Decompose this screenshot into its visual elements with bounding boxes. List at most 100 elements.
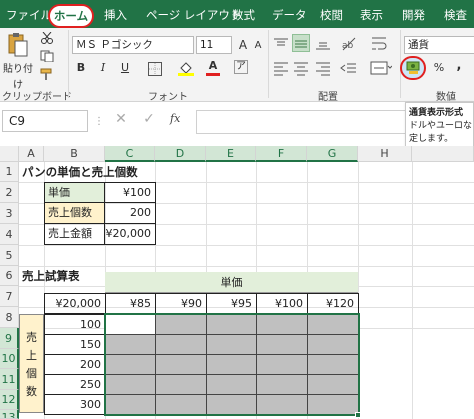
label-cell-sales-qty[interactable]: 売上個数 <box>44 202 105 224</box>
price-header-cell[interactable]: ¥95 <box>206 293 257 314</box>
value-cell-sales-amount[interactable]: ¥20,000 <box>104 223 156 245</box>
gridline <box>19 266 474 267</box>
qty-cell[interactable]: 200 <box>44 354 106 375</box>
column-header[interactable]: D <box>155 146 206 162</box>
tab-insert[interactable]: 挿入 <box>104 0 127 28</box>
number-format-combo[interactable]: 通貨 <box>404 36 474 54</box>
tab-view[interactable]: 表示 <box>360 0 383 28</box>
column-header[interactable]: F <box>256 146 307 162</box>
align-bottom-icon[interactable] <box>314 36 332 52</box>
drag-dots-icon: ⋮ <box>94 116 104 127</box>
tab-home[interactable]: ホーム <box>48 4 94 28</box>
bold-button[interactable]: B <box>74 60 88 76</box>
accounting-format-icon[interactable] <box>400 56 426 80</box>
header-unit-price[interactable]: 単価 <box>105 272 358 293</box>
tab-data[interactable]: データ <box>272 0 307 28</box>
row-header[interactable]: 11 <box>0 369 19 390</box>
side-label-char: 数 <box>26 385 37 398</box>
price-header-cell[interactable]: ¥100 <box>256 293 308 314</box>
align-right-icon[interactable] <box>314 60 332 76</box>
column-header[interactable]: E <box>206 146 256 162</box>
decrease-indent-icon[interactable] <box>340 60 358 76</box>
row-header[interactable]: 6 <box>0 266 19 286</box>
group-divider <box>268 30 269 98</box>
qty-cell[interactable]: 150 <box>44 334 106 355</box>
corner-formula-cell[interactable]: ¥20,000 <box>44 293 106 314</box>
select-all-corner[interactable] <box>0 146 19 162</box>
clipboard-group-label: クリップボード <box>2 92 72 103</box>
align-left-icon[interactable] <box>272 60 290 76</box>
tab-review[interactable]: 校閲 <box>320 0 343 28</box>
group-divider <box>68 30 69 98</box>
align-top-icon[interactable] <box>272 36 290 52</box>
copy-icon[interactable] <box>40 50 54 63</box>
underline-button[interactable]: U <box>118 60 132 76</box>
label-cell-sales-amount[interactable]: 売上金額 <box>44 223 105 245</box>
tab-formulas[interactable]: 数式 <box>232 0 255 28</box>
font-size-up-button[interactable]: A <box>236 37 250 53</box>
qty-cell[interactable]: 300 <box>44 394 106 415</box>
column-header[interactable]: B <box>44 146 105 162</box>
selection-border <box>104 313 360 416</box>
cut-icon[interactable] <box>40 31 54 44</box>
price-header-cell[interactable]: ¥90 <box>155 293 207 314</box>
font-color-button[interactable]: A <box>206 59 220 76</box>
formula-input[interactable] <box>196 110 410 134</box>
tooltip-title: 通貨表示形式 <box>409 108 464 118</box>
tooltip-text-line: ドルやユーロなど <box>409 121 474 131</box>
qty-cell[interactable]: 250 <box>44 374 106 395</box>
font-size-combo[interactable]: 11 <box>196 36 232 54</box>
row-header[interactable]: 5 <box>0 245 19 266</box>
align-center-icon[interactable] <box>292 60 310 76</box>
side-label-char: 売 <box>26 331 37 344</box>
row-header[interactable]: 10 <box>0 349 19 369</box>
side-label-sales-qty[interactable]: 売 上 個 数 <box>19 314 44 413</box>
row-header[interactable]: 13 <box>0 410 19 419</box>
comma-style-button[interactable]: , <box>452 58 466 74</box>
paste-icon[interactable] <box>6 32 28 58</box>
side-label-char: 個 <box>26 367 37 380</box>
tab-page-layout[interactable]: ページ レイアウト <box>146 0 241 28</box>
font-size-down-button[interactable]: A <box>252 38 264 54</box>
column-header[interactable]: G <box>307 146 358 162</box>
price-header-cell[interactable]: ¥120 <box>307 293 359 314</box>
cancel-entry-icon[interactable]: ✕ <box>112 111 130 129</box>
row-header[interactable]: 2 <box>0 182 19 203</box>
row-header[interactable]: 12 <box>0 390 19 410</box>
align-middle-icon[interactable] <box>292 34 310 52</box>
confirm-entry-icon[interactable]: ✓ <box>140 111 158 129</box>
fill-color-icon[interactable] <box>178 60 194 76</box>
column-header[interactable]: A <box>19 146 44 162</box>
price-header-cell[interactable]: ¥85 <box>105 293 156 314</box>
orientation-icon[interactable]: ab <box>340 36 358 52</box>
qty-cell[interactable]: 100 <box>44 314 106 335</box>
tab-developer[interactable]: 開発 <box>402 0 425 28</box>
italic-button[interactable]: I <box>96 60 110 76</box>
tab-inspect[interactable]: 検査 <box>444 0 467 28</box>
name-box[interactable]: C9 <box>2 110 88 132</box>
row-header[interactable]: 4 <box>0 224 19 245</box>
borders-icon[interactable] <box>148 62 162 76</box>
column-header[interactable] <box>412 146 474 162</box>
merge-center-icon[interactable] <box>370 60 393 76</box>
format-painter-icon[interactable] <box>40 68 54 80</box>
label-cell-price[interactable]: 単価 <box>44 182 105 203</box>
row-header[interactable]: 8 <box>0 307 19 328</box>
sheet-title-price-sales[interactable]: パンの単価と売上個数 <box>22 162 138 182</box>
column-header[interactable]: C <box>105 146 155 162</box>
row-header[interactable]: 1 <box>0 162 19 182</box>
value-cell-price[interactable]: ¥100 <box>104 182 156 203</box>
fill-handle[interactable] <box>355 412 361 418</box>
sheet-title-sales-simulation[interactable]: 売上試算表 <box>22 266 80 286</box>
font-name-combo[interactable]: ＭＳ Ｐゴシック <box>72 36 194 54</box>
row-header[interactable]: 7 <box>0 286 19 307</box>
percent-style-button[interactable]: % <box>432 60 446 76</box>
row-header[interactable]: 3 <box>0 203 19 224</box>
tab-file[interactable]: ファイル <box>6 0 52 28</box>
value-cell-sales-qty[interactable]: 200 <box>104 202 156 224</box>
insert-function-button[interactable]: fx <box>170 112 188 130</box>
wrap-text-icon[interactable] <box>370 34 388 52</box>
row-header[interactable]: 9 <box>0 328 19 349</box>
ruby-button[interactable]: ア <box>234 60 248 74</box>
column-header[interactable]: H <box>358 146 412 162</box>
